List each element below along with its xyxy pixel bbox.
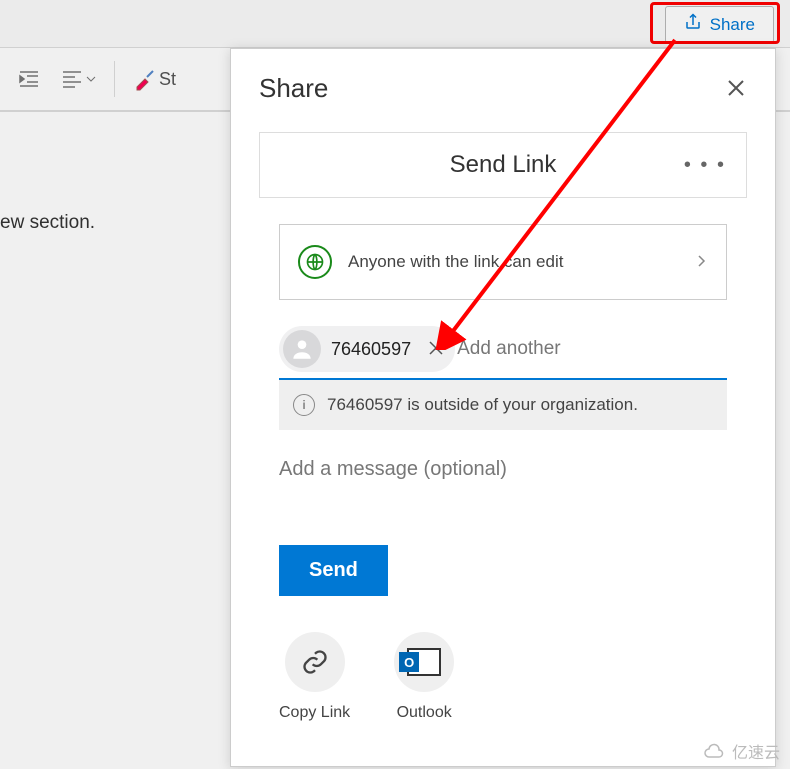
more-button[interactable]: • • • <box>684 154 726 177</box>
external-warning-text: 76460597 is outside of your organization… <box>327 395 638 415</box>
copy-link-button[interactable]: Copy Link <box>279 632 350 722</box>
globe-icon <box>298 245 332 279</box>
send-link-title: Send Link <box>450 151 557 179</box>
copy-link-label: Copy Link <box>279 704 350 722</box>
close-icon <box>727 79 745 97</box>
send-button[interactable]: Send <box>279 545 388 596</box>
recipient-chip: 76460597 <box>279 326 455 372</box>
outlook-label: Outlook <box>397 704 452 722</box>
info-icon: i <box>293 394 315 416</box>
close-button[interactable] <box>721 73 751 103</box>
close-icon <box>429 341 443 355</box>
watermark: 亿速云 <box>702 739 780 763</box>
chevron-right-icon <box>696 252 708 272</box>
send-link-card: Send Link • • • <box>259 132 747 198</box>
external-warning: i 76460597 is outside of your organizati… <box>279 380 727 430</box>
avatar-icon <box>283 330 321 368</box>
remove-recipient-button[interactable] <box>421 339 445 360</box>
recipient-input-row[interactable]: 76460597 <box>279 326 727 380</box>
watermark-text: 亿速云 <box>732 739 780 763</box>
cloud-icon <box>702 742 726 760</box>
outlook-button[interactable]: Outlook <box>394 632 454 722</box>
message-input[interactable] <box>279 458 727 481</box>
share-panel-title: Share <box>259 73 747 104</box>
outlook-icon <box>394 632 454 692</box>
link-scope-selector[interactable]: Anyone with the link can edit <box>279 224 727 300</box>
share-panel: Share Send Link • • • Anyone with the li… <box>230 48 776 767</box>
recipient-chip-label: 76460597 <box>331 339 411 360</box>
link-icon <box>285 632 345 692</box>
link-scope-text: Anyone with the link can edit <box>348 252 563 272</box>
share-actions: Copy Link Outlook <box>279 632 747 722</box>
add-recipient-input[interactable] <box>455 332 727 366</box>
